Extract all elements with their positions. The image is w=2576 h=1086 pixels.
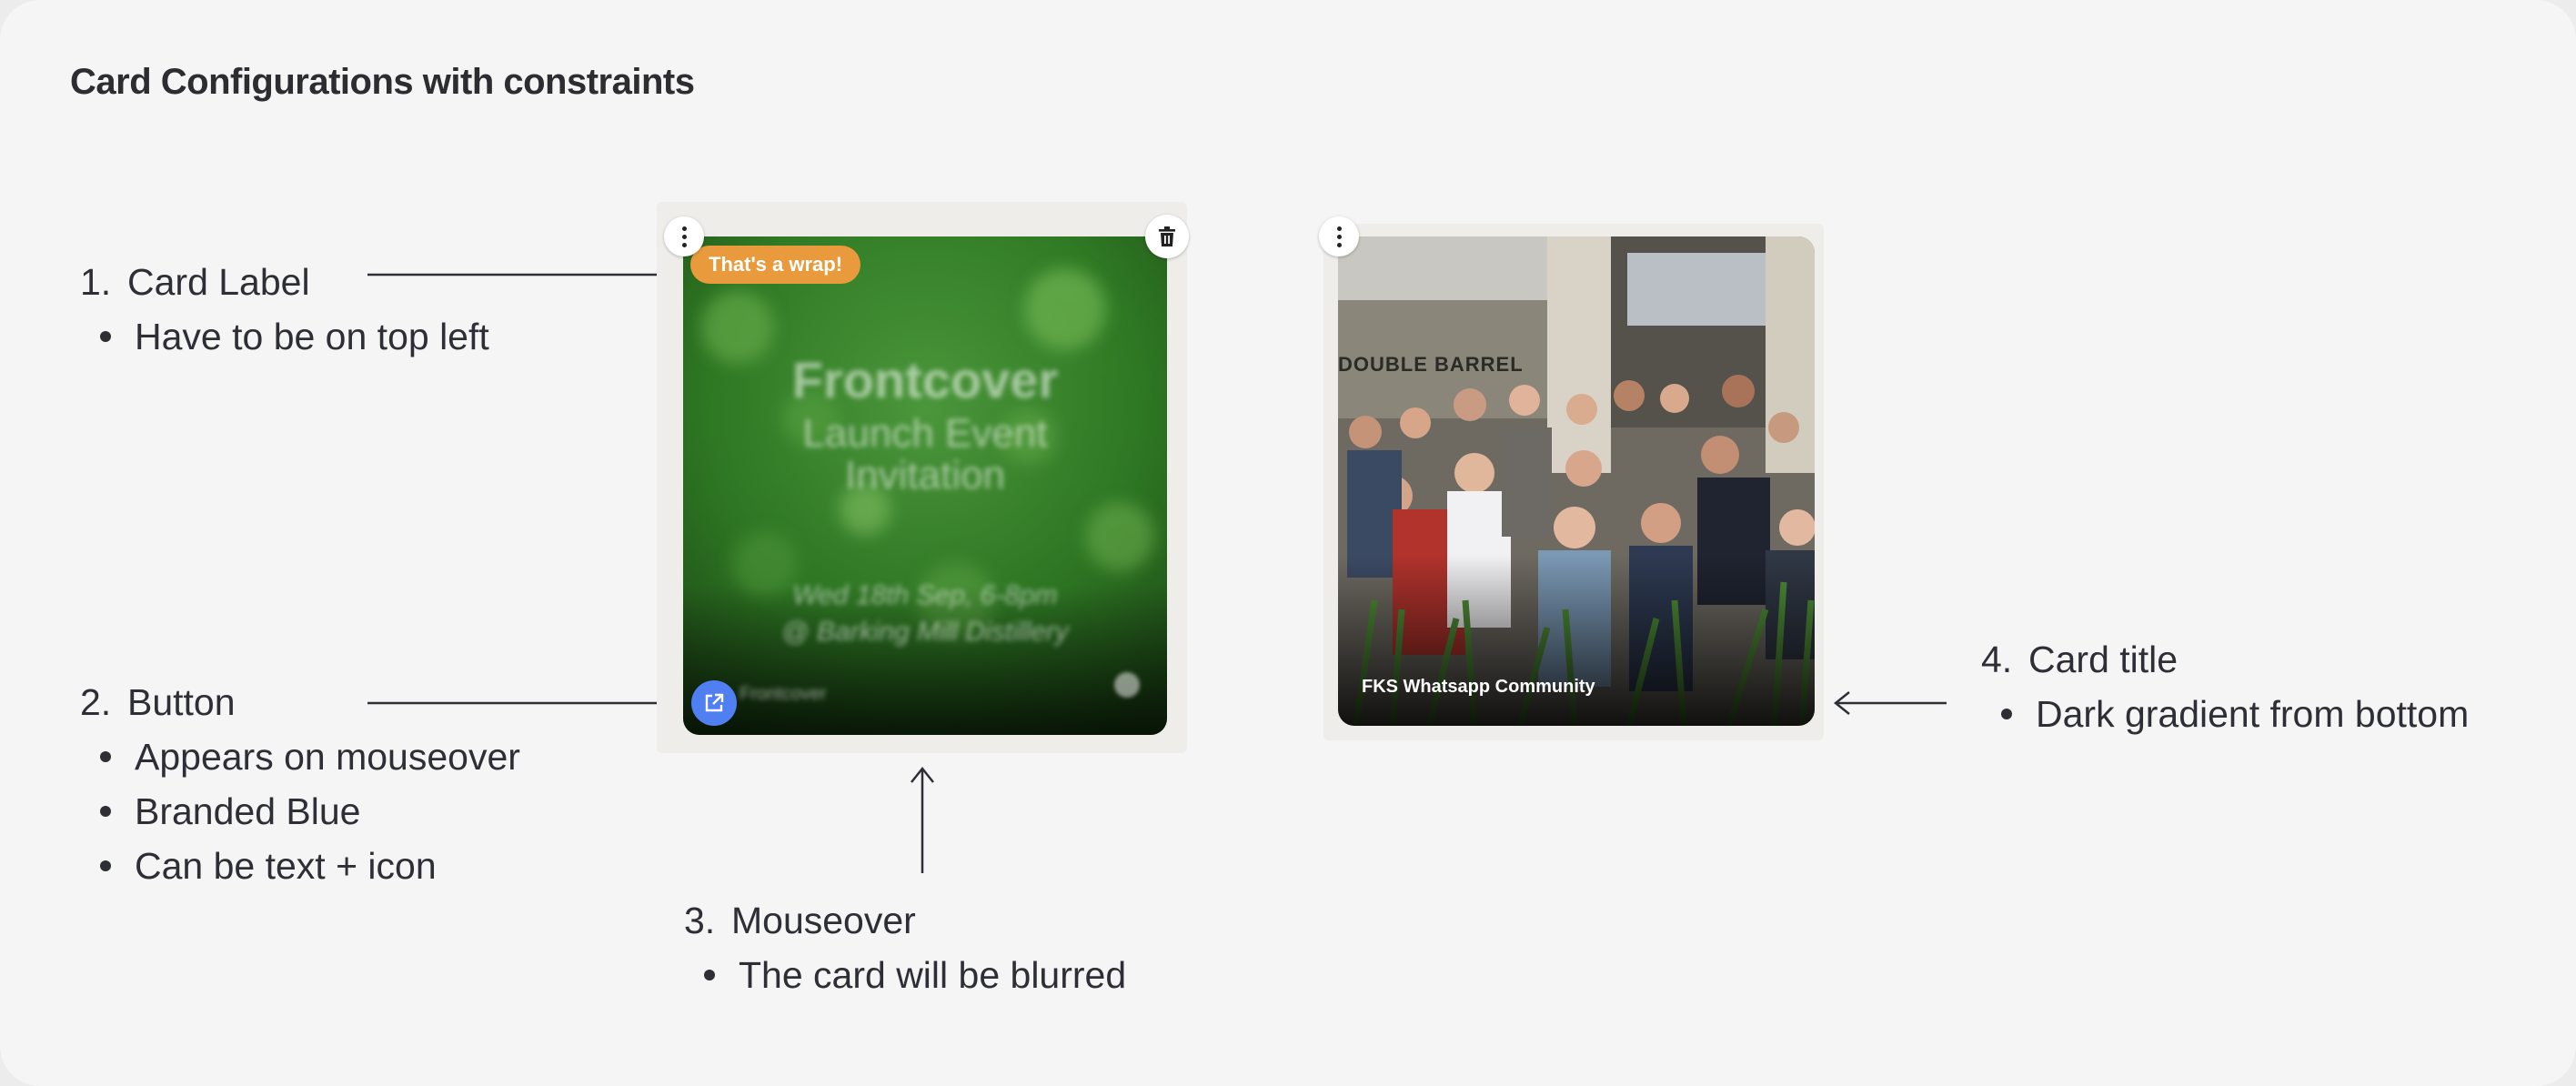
blurred-details-line-1: Wed 18th Sep, 6-8pm [792, 580, 1058, 610]
note-bullet-text: Dark gradient from bottom [2036, 693, 2470, 735]
bullet-dot [100, 806, 111, 817]
blurred-title-line-2: Launch Event [802, 411, 1048, 456]
note-number: 3. [684, 900, 716, 941]
card-label-badge: That's a wrap! [690, 246, 861, 284]
note-heading: 3. Mouseover [684, 893, 1126, 948]
blurred-footer: Frontcover [740, 684, 827, 704]
note-number: 4. [1981, 639, 2013, 680]
note-bullet-text: Can be text + icon [135, 845, 437, 887]
note-heading-text: Button [127, 681, 236, 723]
blurred-title-line-3: Invitation [844, 453, 1006, 498]
note-bullet: Branded Blue [80, 784, 520, 839]
note-bullet: Dark gradient from bottom [1981, 687, 2469, 741]
external-link-icon[interactable] [691, 680, 737, 726]
kebab-menu-icon[interactable] [1319, 216, 1359, 256]
note-heading-text: Mouseover [731, 900, 916, 941]
bullet-dot [100, 331, 111, 342]
note-heading-text: Card title [2028, 639, 2179, 680]
note-number: 1. [80, 261, 112, 303]
canvas-panel [0, 0, 2576, 1086]
card-title: FKS Whatsapp Community [1362, 677, 1595, 697]
card-photo[interactable]: DOUBLE BARREL [1338, 236, 1815, 726]
bullet-dot [100, 751, 111, 762]
note-bullet: Can be text + icon [80, 839, 520, 893]
note-bullet: Appears on mouseover [80, 729, 520, 784]
bullet-dot [704, 970, 715, 980]
arrow-to-card-label [367, 263, 677, 287]
note-bullet-text: Branded Blue [135, 790, 361, 832]
note-card-title: 4. Card title Dark gradient from bottom [1981, 632, 2469, 741]
note-number: 2. [80, 681, 112, 723]
kebab-menu-icon[interactable] [664, 216, 704, 256]
card-photo-image [1338, 236, 1815, 726]
blurred-logo-icon [1114, 672, 1140, 698]
note-heading-text: Card Label [127, 261, 310, 303]
page-title: Card Configurations with constraints [70, 62, 695, 102]
note-bullet-text: The card will be blurred [739, 954, 1127, 996]
blurred-details-line-2: @ Barking Mill Distillery [781, 617, 1069, 647]
note-bullet: The card will be blurred [684, 948, 1126, 1002]
note-heading: 4. Card title [1981, 632, 2469, 687]
note-bullet-text: Have to be on top left [135, 316, 489, 357]
card-blurred[interactable]: Frontcover Launch Event Invitation Wed 1… [683, 236, 1167, 735]
bullet-dot [100, 860, 111, 871]
arrow-to-mouseover [911, 766, 934, 873]
arrow-to-button [367, 691, 677, 715]
blurred-title-line-1: Frontcover [791, 351, 1059, 408]
sign-text: DOUBLE BARREL [1338, 353, 1524, 376]
bullet-dot [2001, 709, 2012, 719]
note-mouseover: 3. Mouseover The card will be blurred [684, 893, 1126, 1002]
note-bullet-text: Appears on mouseover [135, 736, 520, 778]
note-bullet: Have to be on top left [80, 309, 489, 364]
arrow-to-card-title [1833, 691, 1947, 715]
trash-icon[interactable] [1145, 215, 1189, 258]
